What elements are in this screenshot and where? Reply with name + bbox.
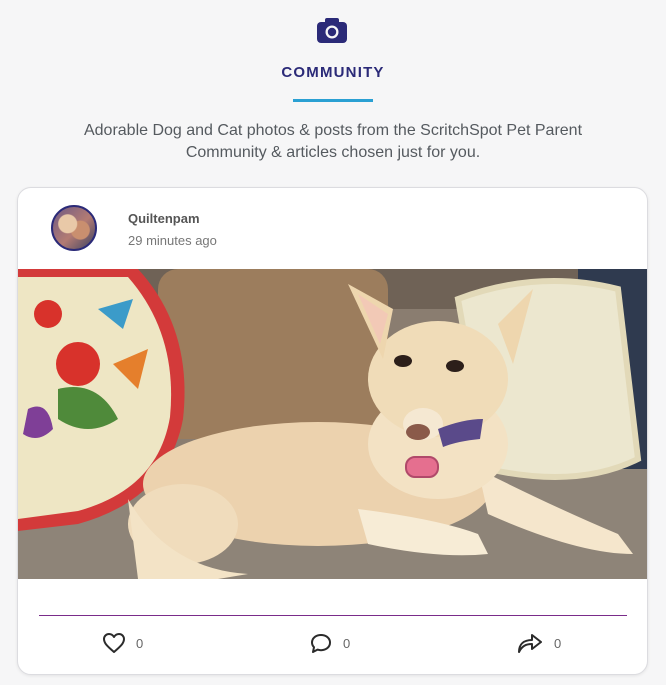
comment-icon xyxy=(309,632,333,654)
divider xyxy=(39,615,627,616)
page-title: COMMUNITY xyxy=(281,64,385,81)
post-author[interactable]: Quiltenpam xyxy=(128,211,200,226)
title-underline xyxy=(293,99,373,102)
heart-icon xyxy=(102,632,126,654)
post-card: Quiltenpam 29 minutes ago 0 0 0 xyxy=(17,187,648,675)
like-button[interactable]: 0 xyxy=(102,629,143,657)
comment-count: 0 xyxy=(343,635,351,651)
share-count: 0 xyxy=(554,635,562,651)
page-subtitle: Adorable Dog and Cat photos & posts from… xyxy=(83,122,583,161)
like-count: 0 xyxy=(136,635,144,651)
share-icon xyxy=(516,631,544,655)
camera-icon xyxy=(316,16,348,44)
avatar[interactable] xyxy=(51,205,97,251)
share-button[interactable]: 0 xyxy=(516,629,561,657)
comment-button[interactable]: 0 xyxy=(309,629,350,657)
post-image[interactable] xyxy=(18,269,647,579)
post-time: 29 minutes ago xyxy=(128,233,217,248)
